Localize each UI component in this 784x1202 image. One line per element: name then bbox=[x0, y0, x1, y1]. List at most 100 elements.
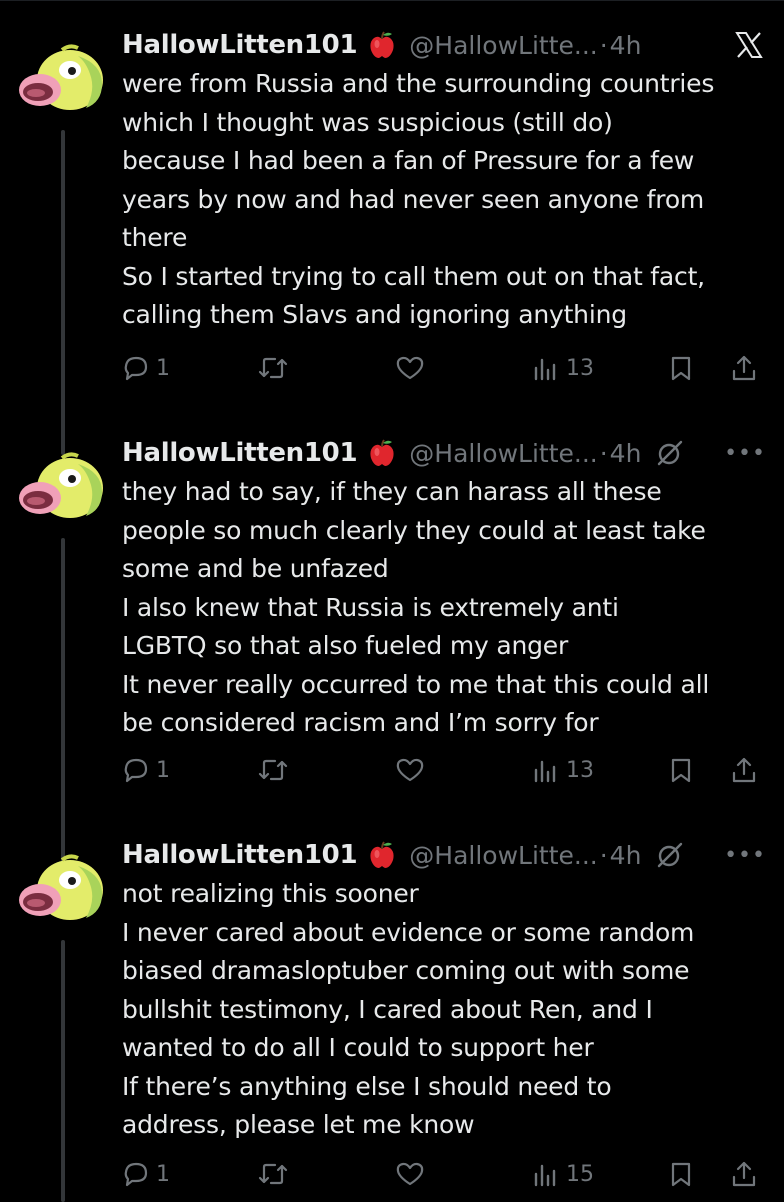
reply-count: 1 bbox=[156, 1161, 170, 1187]
heart-icon bbox=[396, 356, 424, 380]
author-display-name[interactable]: HallowLitten101 bbox=[122, 30, 358, 60]
reply-count: 1 bbox=[156, 355, 170, 381]
apple-emoji-icon bbox=[367, 840, 397, 870]
separator-dot: · bbox=[599, 30, 608, 60]
reply-icon bbox=[124, 758, 148, 783]
bookmark-icon bbox=[671, 758, 691, 783]
text-line: It never really occurred to me that this… bbox=[122, 669, 710, 699]
reply-button[interactable]: 1 bbox=[122, 1156, 170, 1192]
like-button[interactable] bbox=[395, 350, 425, 386]
text-line: because I had been a fan of Pressure for… bbox=[122, 146, 695, 175]
share-icon bbox=[732, 757, 756, 783]
avatar[interactable] bbox=[18, 446, 104, 532]
text-line: some and be unfazed bbox=[122, 554, 389, 583]
tweet-text: not realizing this sooner I never cared … bbox=[122, 875, 772, 1145]
text-line: I also knew that Russia is extremely ant… bbox=[122, 592, 619, 622]
view-count: 13 bbox=[566, 757, 594, 783]
text-line: be considered racism and I’m sorry for bbox=[122, 708, 599, 737]
bookmark-button[interactable] bbox=[667, 350, 695, 386]
avatar-image bbox=[19, 854, 103, 920]
tweet-actions: 1 13 bbox=[122, 752, 772, 788]
tweet-header: HallowLitten101 @HallowLitte... · 4h bbox=[122, 27, 766, 63]
text-line: address, please let me know bbox=[122, 1110, 475, 1139]
author-handle[interactable]: @HallowLitte... bbox=[409, 841, 597, 870]
text-line: wanted to do all I could to support her bbox=[122, 1033, 594, 1062]
views-icon bbox=[534, 1164, 556, 1187]
retweet-icon bbox=[258, 357, 288, 379]
text-line: bullshit testimony, I cared about Ren, a… bbox=[122, 994, 653, 1024]
retweet-button[interactable] bbox=[257, 350, 289, 386]
reply-icon bbox=[124, 1162, 148, 1187]
text-line: which I thought was suspicious (still do… bbox=[122, 107, 613, 137]
views-icon bbox=[534, 760, 556, 783]
views-button[interactable]: 13 bbox=[532, 350, 594, 386]
text-line: So I started trying to call them out on … bbox=[122, 261, 705, 291]
share-icon bbox=[732, 1161, 756, 1187]
avatar[interactable] bbox=[18, 848, 104, 934]
thread-connector bbox=[61, 538, 65, 868]
separator-dot: · bbox=[599, 438, 608, 468]
x-logo-icon bbox=[734, 30, 764, 60]
reply-button[interactable]: 1 bbox=[122, 350, 170, 386]
grok-icon[interactable] bbox=[655, 840, 685, 870]
views-icon bbox=[534, 358, 556, 381]
grok-icon[interactable] bbox=[655, 438, 685, 468]
reply-count: 1 bbox=[156, 757, 170, 783]
thread-connector bbox=[61, 130, 65, 455]
tweet-actions: 1 15 bbox=[122, 1156, 772, 1192]
author-handle[interactable]: @HallowLitte... bbox=[409, 439, 597, 468]
retweet-icon bbox=[258, 759, 288, 781]
avatar-image bbox=[19, 452, 103, 518]
share-button[interactable] bbox=[730, 1156, 758, 1192]
tweet-header: HallowLitten101 @HallowLitte... · 4h ••• bbox=[122, 837, 766, 873]
tweet-text: they had to say, if they can harass all … bbox=[122, 473, 772, 743]
author-display-name[interactable]: HallowLitten101 bbox=[122, 438, 358, 468]
more-options-icon[interactable]: ••• bbox=[724, 441, 766, 466]
view-count: 13 bbox=[566, 355, 594, 381]
text-line: were from Russia and the surrounding cou… bbox=[122, 69, 715, 98]
avatar-image bbox=[19, 44, 103, 110]
reply-button[interactable]: 1 bbox=[122, 752, 170, 788]
bookmark-icon bbox=[671, 1162, 691, 1187]
share-icon bbox=[732, 355, 756, 381]
text-line: people so much clearly they could at lea… bbox=[122, 515, 706, 545]
share-button[interactable] bbox=[730, 752, 758, 788]
apple-emoji-icon bbox=[367, 30, 397, 60]
text-line: years by now and had never seen anyone f… bbox=[122, 184, 705, 214]
bookmark-button[interactable] bbox=[667, 1156, 695, 1192]
heart-icon bbox=[396, 1162, 424, 1186]
apple-emoji-icon bbox=[367, 438, 397, 468]
text-line: there bbox=[122, 223, 188, 252]
retweet-button[interactable] bbox=[257, 1156, 289, 1192]
tweet-actions: 1 13 bbox=[122, 350, 772, 386]
views-button[interactable]: 13 bbox=[532, 752, 594, 788]
like-button[interactable] bbox=[395, 752, 425, 788]
text-line: biased dramasloptuber coming out with so… bbox=[122, 956, 690, 985]
separator-dot: · bbox=[599, 840, 608, 870]
heart-icon bbox=[396, 758, 424, 782]
timestamp[interactable]: 4h bbox=[610, 841, 642, 870]
avatar[interactable] bbox=[18, 38, 104, 124]
timestamp[interactable]: 4h bbox=[610, 31, 642, 60]
views-button[interactable]: 15 bbox=[532, 1156, 594, 1192]
text-line: If there’s anything else I should need t… bbox=[122, 1071, 612, 1101]
text-line: LGBTQ so that also fueled my anger bbox=[122, 631, 569, 660]
text-line: not realizing this sooner bbox=[122, 879, 419, 908]
top-divider bbox=[0, 0, 784, 1]
bookmark-button[interactable] bbox=[667, 752, 695, 788]
tweet-header: HallowLitten101 @HallowLitte... · 4h ••• bbox=[122, 435, 766, 471]
retweet-icon bbox=[258, 1163, 288, 1185]
view-count: 15 bbox=[566, 1161, 594, 1187]
more-options-icon[interactable]: ••• bbox=[724, 843, 766, 868]
timestamp[interactable]: 4h bbox=[610, 439, 642, 468]
author-display-name[interactable]: HallowLitten101 bbox=[122, 840, 358, 870]
tweet-text: were from Russia and the surrounding cou… bbox=[122, 65, 772, 335]
thread-connector bbox=[61, 940, 65, 1202]
text-line: they had to say, if they can harass all … bbox=[122, 477, 662, 506]
share-button[interactable] bbox=[730, 350, 758, 386]
text-line: I never cared about evidence or some ran… bbox=[122, 917, 695, 947]
reply-icon bbox=[124, 356, 148, 381]
like-button[interactable] bbox=[395, 1156, 425, 1192]
author-handle[interactable]: @HallowLitte... bbox=[409, 31, 597, 60]
retweet-button[interactable] bbox=[257, 752, 289, 788]
